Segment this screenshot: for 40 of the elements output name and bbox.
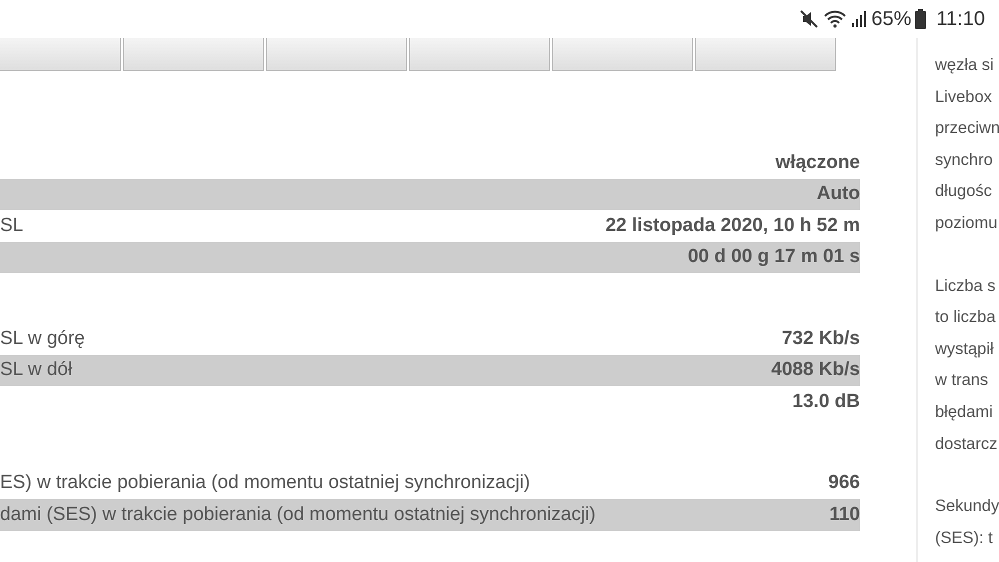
row-label: SL bbox=[0, 214, 24, 237]
row-value: 13.0 dB bbox=[792, 390, 860, 413]
row-label: ES) w trakcie pobierania (od momentu ostatniej synchronizacji) bbox=[0, 472, 530, 494]
row-label: dami (SES) w trakcie pobierania (od momentu ostatniej synchronizacji) bbox=[0, 504, 596, 526]
clock: 11:10 bbox=[936, 8, 985, 30]
help-text: wystąpił bbox=[935, 338, 995, 360]
help-text: synchro bbox=[935, 150, 994, 171]
row-value: 4088 Kb/s bbox=[771, 359, 860, 382]
help-text: węzła si bbox=[935, 55, 995, 76]
battery-percent: 65% bbox=[871, 8, 912, 30]
help-text: (SES): t bbox=[935, 528, 994, 549]
help-text: Liczba s bbox=[935, 276, 997, 297]
tab[interactable] bbox=[0, 38, 121, 71]
row-value: Auto bbox=[816, 183, 860, 206]
tab[interactable] bbox=[695, 38, 836, 71]
tab[interactable] bbox=[409, 38, 550, 71]
mute-icon bbox=[799, 9, 820, 29]
row-value: 00 d 00 g 17 m 01 s bbox=[688, 246, 860, 268]
help-text: Livebox bbox=[935, 86, 993, 108]
row-value: 22 listopada 2020, 10 h 52 m bbox=[605, 214, 860, 237]
help-text: poziomu bbox=[935, 212, 998, 234]
help-text: dostarcz bbox=[935, 434, 998, 455]
help-text: Sekundy bbox=[935, 496, 999, 518]
help-text: błędami bbox=[935, 402, 994, 423]
row-label: SL w dół bbox=[0, 359, 72, 382]
wifi-icon bbox=[823, 9, 848, 29]
help-text: długośc bbox=[935, 181, 993, 202]
row-value: 966 bbox=[828, 472, 860, 494]
signal-icon bbox=[851, 9, 868, 29]
help-text: w trans bbox=[935, 370, 990, 392]
tab[interactable] bbox=[123, 38, 264, 71]
row-value: 110 bbox=[829, 504, 860, 526]
battery-icon bbox=[915, 9, 926, 29]
tab[interactable] bbox=[266, 38, 407, 71]
row-value: włączone bbox=[776, 152, 860, 174]
row-label: SL w górę bbox=[0, 328, 85, 350]
help-text: przeciwn bbox=[935, 118, 999, 140]
help-text: to liczba bbox=[935, 307, 997, 328]
tab[interactable] bbox=[552, 38, 693, 71]
row-value: 732 Kb/s bbox=[782, 328, 860, 350]
